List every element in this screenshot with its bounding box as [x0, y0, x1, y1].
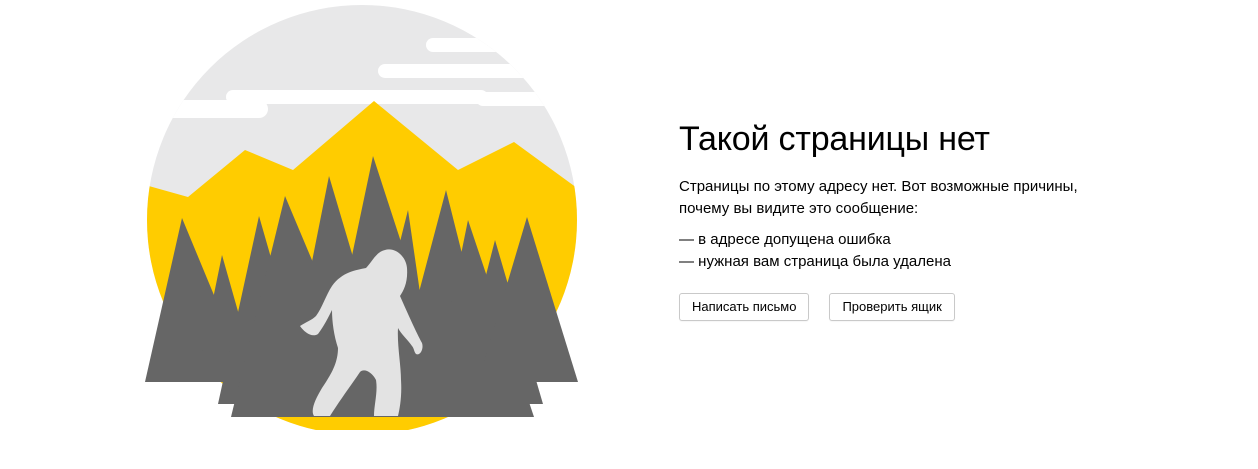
- reason-item: — нужная вам страница была удалена: [679, 253, 951, 270]
- check-inbox-button[interactable]: Проверить ящик: [829, 293, 955, 321]
- reason-item: — в адресе допущена ошибка: [679, 231, 891, 248]
- reasons-list: — в адресе допущена ошибка — нужная вам …: [679, 229, 1159, 273]
- yeti-forest-illustration: [138, 0, 588, 430]
- not-found-page: Такой страницы нет Страницы по этому адр…: [0, 0, 1258, 469]
- error-description: Страницы по этому адресу нет. Вот возмож…: [679, 178, 1078, 217]
- write-letter-button[interactable]: Написать письмо: [679, 293, 810, 321]
- action-buttons: Написать письмо Проверить ящик: [679, 293, 1159, 321]
- page-title: Такой страницы нет: [679, 120, 990, 158]
- error-content: Такой страницы нет Страницы по этому адр…: [679, 118, 1159, 321]
